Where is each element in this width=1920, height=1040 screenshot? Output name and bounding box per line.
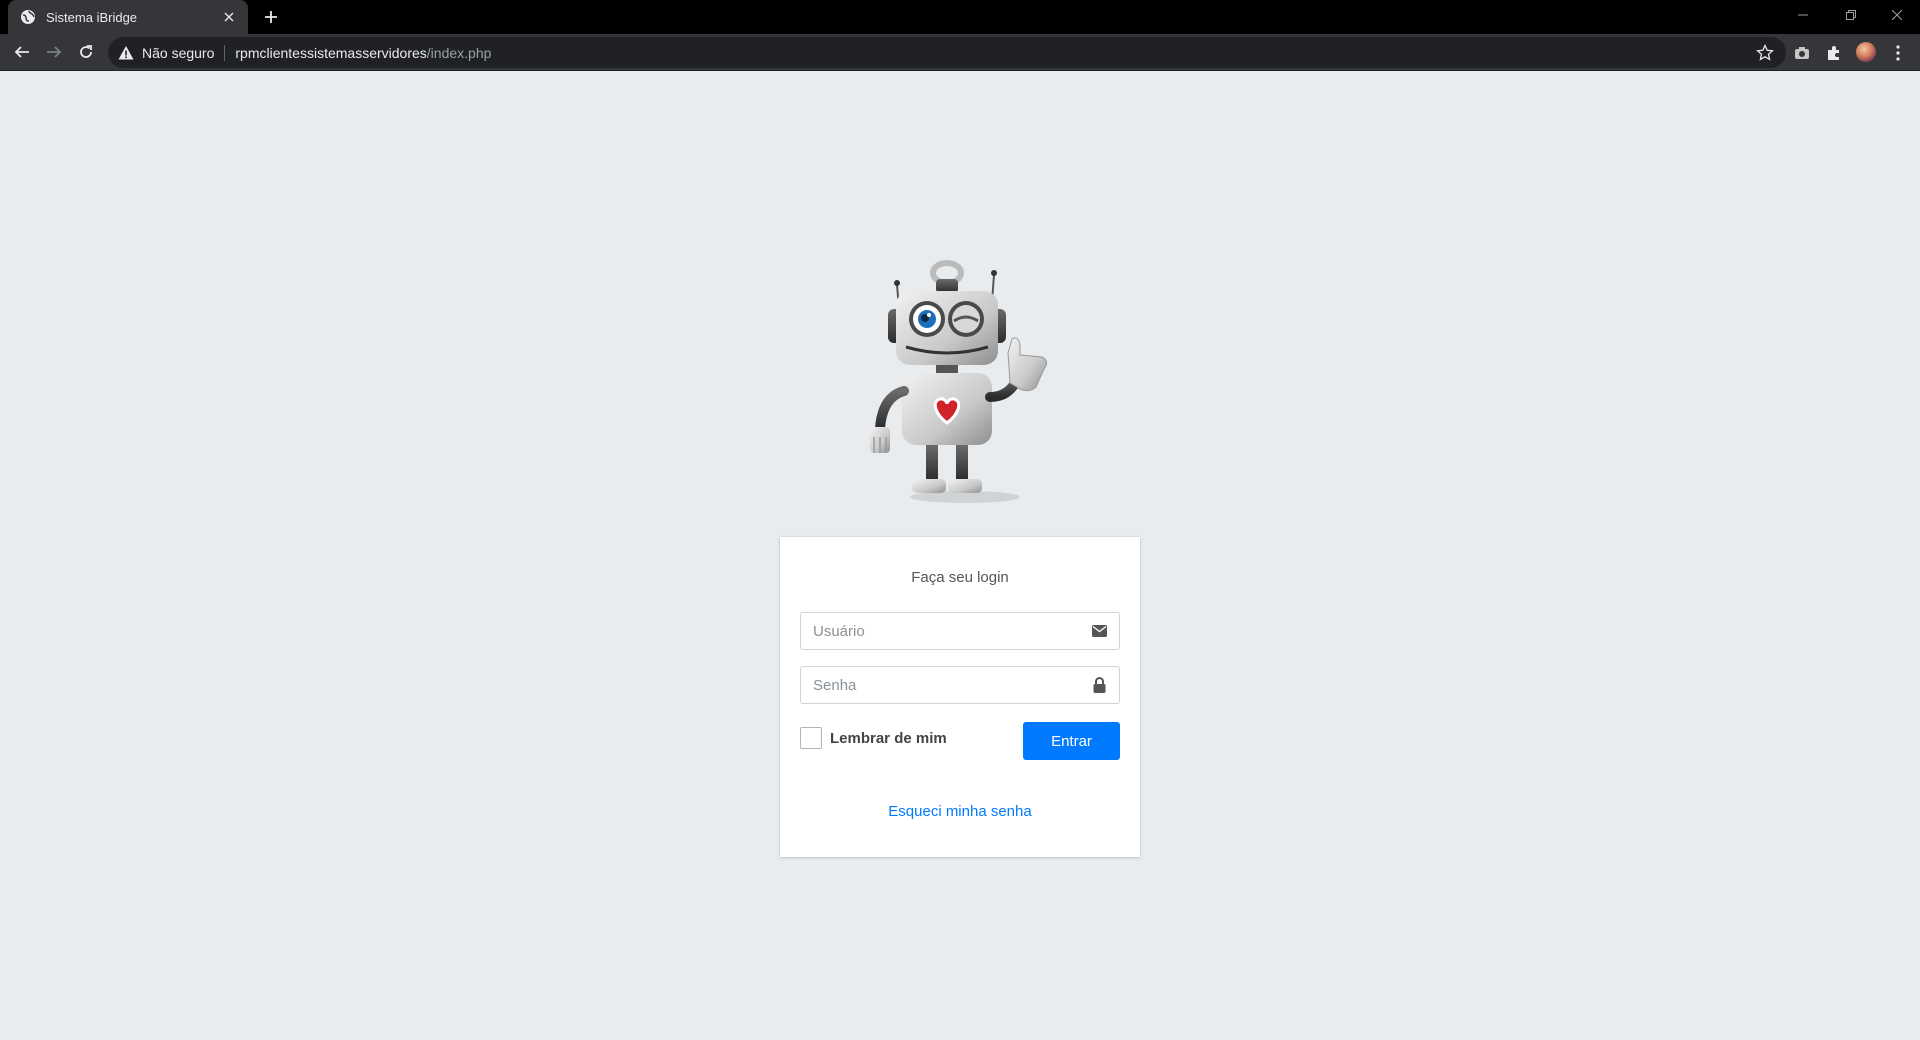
password-field[interactable] xyxy=(800,666,1120,704)
forgot-password-link[interactable]: Esqueci minha senha xyxy=(780,803,1140,820)
close-icon[interactable] xyxy=(220,8,238,26)
browser-tabstrip: Sistema iBridge xyxy=(0,0,1920,34)
new-tab-button[interactable] xyxy=(260,6,282,28)
login-card: Faça seu login Lembrar de mim Entrar Esq… xyxy=(780,537,1140,857)
username-input[interactable] xyxy=(801,613,1079,649)
profile-avatar[interactable] xyxy=(1856,42,1876,62)
globe-icon xyxy=(20,9,36,25)
reload-icon[interactable] xyxy=(74,40,98,64)
extensions-puzzle-icon[interactable] xyxy=(1824,43,1844,63)
browser-tab[interactable]: Sistema iBridge xyxy=(8,0,248,34)
remember-me-checkbox[interactable] xyxy=(800,727,822,749)
login-title: Faça seu login xyxy=(911,569,1009,586)
camera-icon[interactable] xyxy=(1792,43,1812,63)
robot-mascot-image xyxy=(870,260,1048,503)
omnibox-divider xyxy=(224,44,226,61)
password-input[interactable] xyxy=(801,667,1079,703)
address-bar[interactable]: Não seguro rpmclientessistemasservidores… xyxy=(108,37,1786,68)
minimize-icon[interactable] xyxy=(1780,0,1826,30)
envelope-icon xyxy=(1079,625,1119,637)
remember-me[interactable]: Lembrar de mim xyxy=(800,727,947,749)
remember-me-label[interactable]: Lembrar de mim xyxy=(830,730,947,747)
browser-toolbar: Não seguro rpmclientessistemasservidores… xyxy=(0,34,1920,71)
back-arrow-icon[interactable] xyxy=(10,40,34,64)
more-menu-icon[interactable] xyxy=(1888,43,1908,63)
security-status[interactable]: Não seguro xyxy=(142,45,214,61)
login-page: Faça seu login Lembrar de mim Entrar Esq… xyxy=(0,71,1920,1040)
warning-icon[interactable] xyxy=(118,45,134,61)
username-field[interactable] xyxy=(800,612,1120,650)
url-path: /index.php xyxy=(426,44,492,61)
window-close-icon[interactable] xyxy=(1874,0,1920,30)
login-button[interactable]: Entrar xyxy=(1023,722,1120,760)
bookmark-star-icon[interactable] xyxy=(1756,44,1774,62)
url-host: rpmclientessistemasservidores xyxy=(235,44,427,61)
restore-icon[interactable] xyxy=(1828,0,1874,30)
forward-arrow-icon[interactable] xyxy=(42,40,66,64)
lock-icon xyxy=(1079,677,1119,693)
tab-title: Sistema iBridge xyxy=(46,9,138,25)
